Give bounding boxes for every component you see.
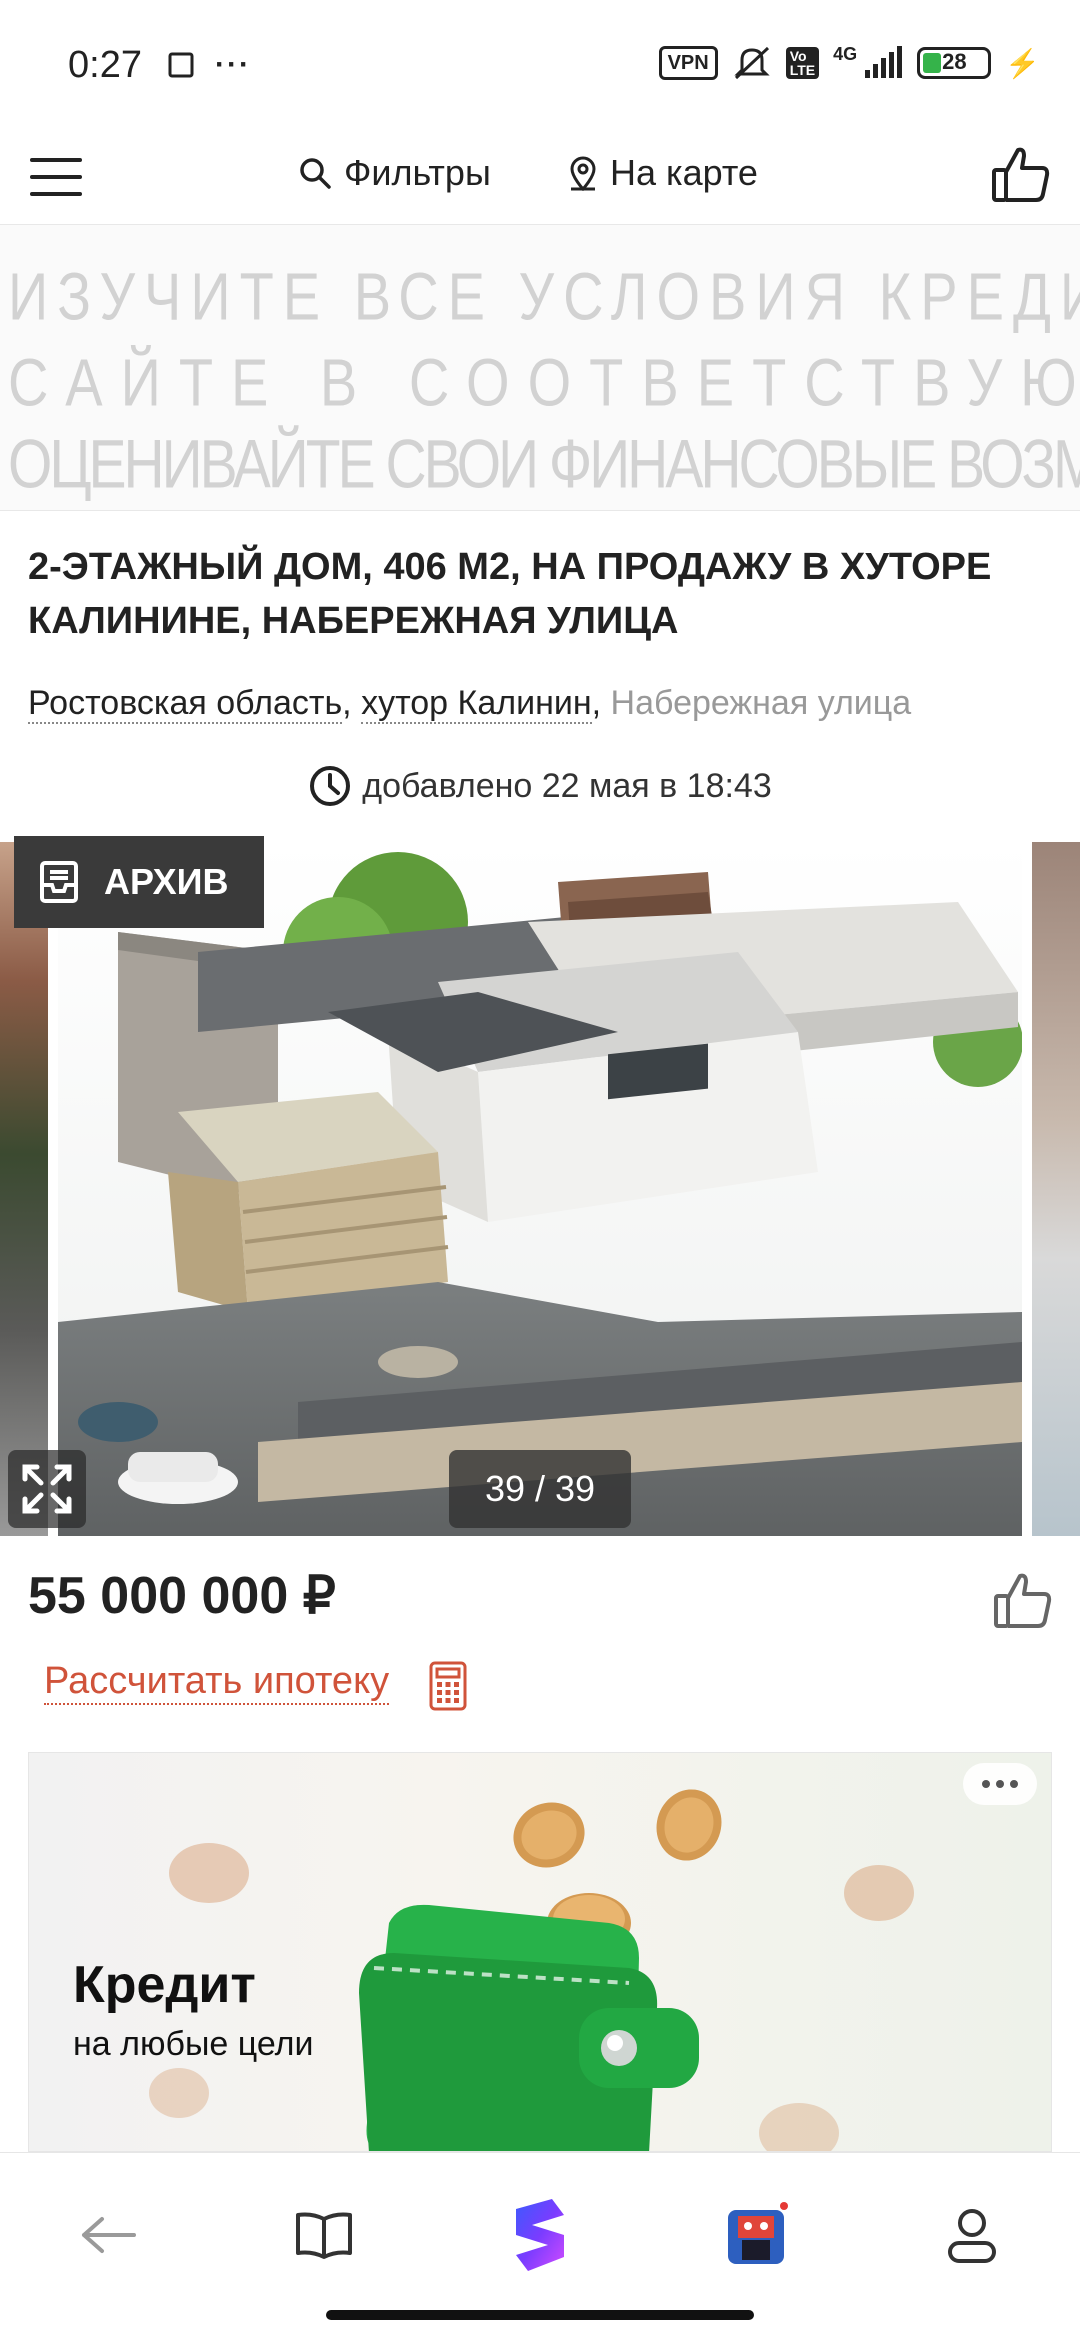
calculator-button[interactable]: [428, 1660, 468, 1717]
photo-gallery[interactable]: [0, 842, 1080, 1536]
add-to-favorites-button[interactable]: [992, 1570, 1054, 1637]
game-avatar-icon: [728, 2202, 788, 2264]
network-type: 4G: [833, 44, 858, 64]
back-arrow-icon: [82, 2217, 136, 2253]
address-region-link[interactable]: Ростовская область: [28, 684, 343, 724]
credit-disclaimer-banner: ИЗУЧИТЕ ВСЕ УСЛОВИЯ КРЕДИТА (ЗАЙМА) НА С…: [0, 224, 1080, 511]
archive-icon: [40, 861, 78, 903]
thumbs-up-icon: [992, 147, 1050, 202]
archive-badge: АРХИВ: [14, 836, 264, 928]
thumbs-up-icon: [994, 1573, 1052, 1628]
top-navigation: Фильтры На карте: [0, 130, 1080, 225]
house-render-image: [58, 842, 1022, 1536]
browser-home-button[interactable]: [500, 2195, 580, 2275]
map-label: На карте: [610, 152, 758, 193]
credit-ad-banner[interactable]: Кредит на любые цели: [28, 1752, 1052, 2152]
listing-price: 55 000 000 ₽: [28, 1567, 336, 1625]
listing-title: 2-этажный дом, 406 м2, на продажу в хуто…: [28, 546, 992, 642]
vpn-badge: VPN: [658, 46, 718, 80]
screenshot-icon: [168, 52, 194, 78]
listing-photo[interactable]: [58, 842, 1022, 1536]
map-pin-icon: [570, 156, 596, 191]
profile-button[interactable]: [932, 2195, 1012, 2275]
added-date-text: добавлено 22 мая в 18:43: [362, 766, 772, 805]
favorites-button[interactable]: [990, 144, 1052, 211]
app-logo-icon: [516, 2199, 564, 2271]
ad-options-button[interactable]: [963, 1763, 1037, 1805]
battery-icon: 28: [917, 47, 992, 79]
search-icon: [300, 158, 331, 189]
next-photo-preview[interactable]: [1032, 842, 1080, 1536]
map-button[interactable]: На карте: [568, 152, 758, 194]
more-notifications-icon: ···: [215, 48, 251, 81]
mute-icon: [734, 46, 770, 80]
status-bar: 0:27 ··· VPN Vo LTE 4G 28 ⚡: [0, 0, 1080, 130]
reading-list-button[interactable]: [284, 2195, 364, 2275]
game-tab-button[interactable]: [716, 2195, 796, 2275]
hamburger-icon: [30, 158, 82, 162]
ad-subline: на любые цели: [73, 2025, 314, 2063]
fullscreen-button[interactable]: [8, 1450, 86, 1528]
expand-icon: [22, 1464, 72, 1514]
signal-icon: [865, 46, 903, 78]
address-locality-link[interactable]: хутор Калинин: [361, 684, 592, 724]
calculator-icon: [429, 1661, 467, 1711]
filters-button[interactable]: Фильтры: [298, 152, 491, 194]
ad-illustration: [149, 1789, 914, 2151]
menu-button[interactable]: [30, 158, 82, 196]
disclaimer-line-1: ИЗУЧИТЕ ВСЕ УСЛОВИЯ КРЕДИТА (ЗАЙМА) НА: [8, 258, 1080, 334]
clock-icon: [310, 766, 351, 806]
listing-address: Ростовская область, хутор Калинин, Набер…: [28, 684, 912, 724]
ad-headline: Кредит: [73, 1956, 256, 2014]
book-icon: [296, 2212, 352, 2259]
archive-label: АРХИВ: [104, 861, 229, 902]
address-street: Набережная улица: [610, 684, 912, 722]
status-time: 0:27: [68, 44, 142, 86]
filters-label: Фильтры: [344, 152, 491, 193]
back-button[interactable]: [68, 2195, 148, 2275]
photo-counter: 39 / 39: [449, 1450, 631, 1528]
volte-icon: Vo LTE: [785, 47, 820, 79]
disclaimer-line-2: САЙТЕ В СООТВЕТСТВУЮЩЕМ РАЗДЕЛЕ.: [8, 344, 1080, 420]
battery-level: 28: [942, 49, 967, 74]
disclaimer-line-3: ОЦЕНИВАЙТЕ СВОИ ФИНАНСОВЫЕ ВОЗМОЖНОСТИ И…: [8, 426, 1080, 503]
previous-photo-preview[interactable]: [0, 842, 48, 1536]
profile-icon: [948, 2209, 996, 2263]
charging-icon: ⚡: [1005, 47, 1040, 79]
added-date: добавлено 22 мая в 18:43: [0, 764, 1080, 808]
home-indicator[interactable]: [326, 2310, 754, 2320]
calculate-mortgage-link[interactable]: Рассчитать ипотеку: [44, 1660, 390, 1705]
